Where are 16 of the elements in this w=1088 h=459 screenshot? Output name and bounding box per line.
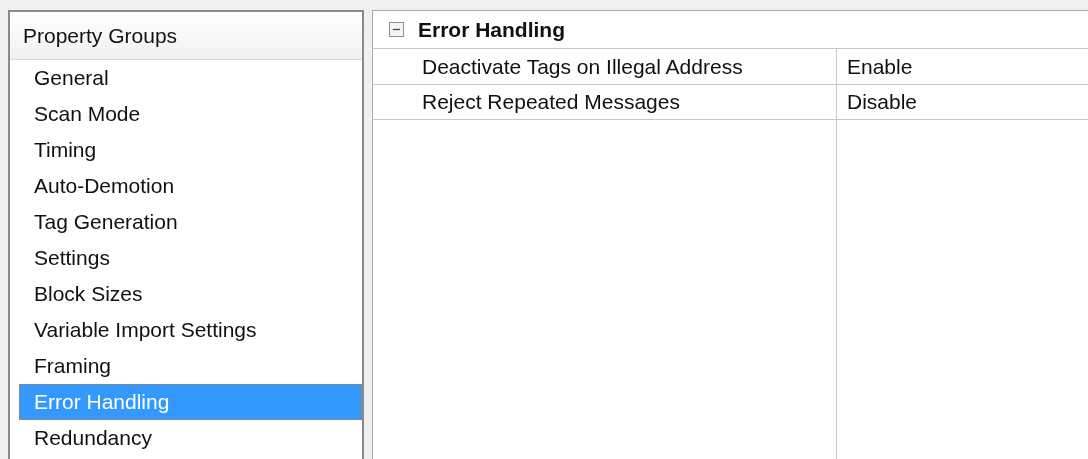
- property-value[interactable]: Enable: [847, 50, 913, 83]
- property-group-item[interactable]: Redundancy: [19, 420, 362, 456]
- property-group-item[interactable]: Block Sizes: [19, 276, 362, 312]
- collapse-icon[interactable]: [389, 22, 404, 37]
- property-group-item[interactable]: Auto-Demotion: [19, 168, 362, 204]
- category-title: Error Handling: [418, 16, 565, 43]
- property-group-item[interactable]: Tag Generation: [19, 204, 362, 240]
- property-group-item[interactable]: Variable Import Settings: [19, 312, 362, 348]
- property-group-item[interactable]: Timing: [19, 132, 362, 168]
- property-value[interactable]: Disable: [847, 86, 918, 118]
- property-group-item[interactable]: Scan Mode: [19, 96, 362, 132]
- property-group-item[interactable]: General: [19, 60, 362, 96]
- property-group-item[interactable]: Framing: [19, 348, 362, 384]
- property-group-item[interactable]: Settings: [19, 240, 362, 276]
- property-name: Reject Repeated Messages: [422, 89, 680, 116]
- property-name: Deactivate Tags on Illegal Address: [422, 53, 743, 80]
